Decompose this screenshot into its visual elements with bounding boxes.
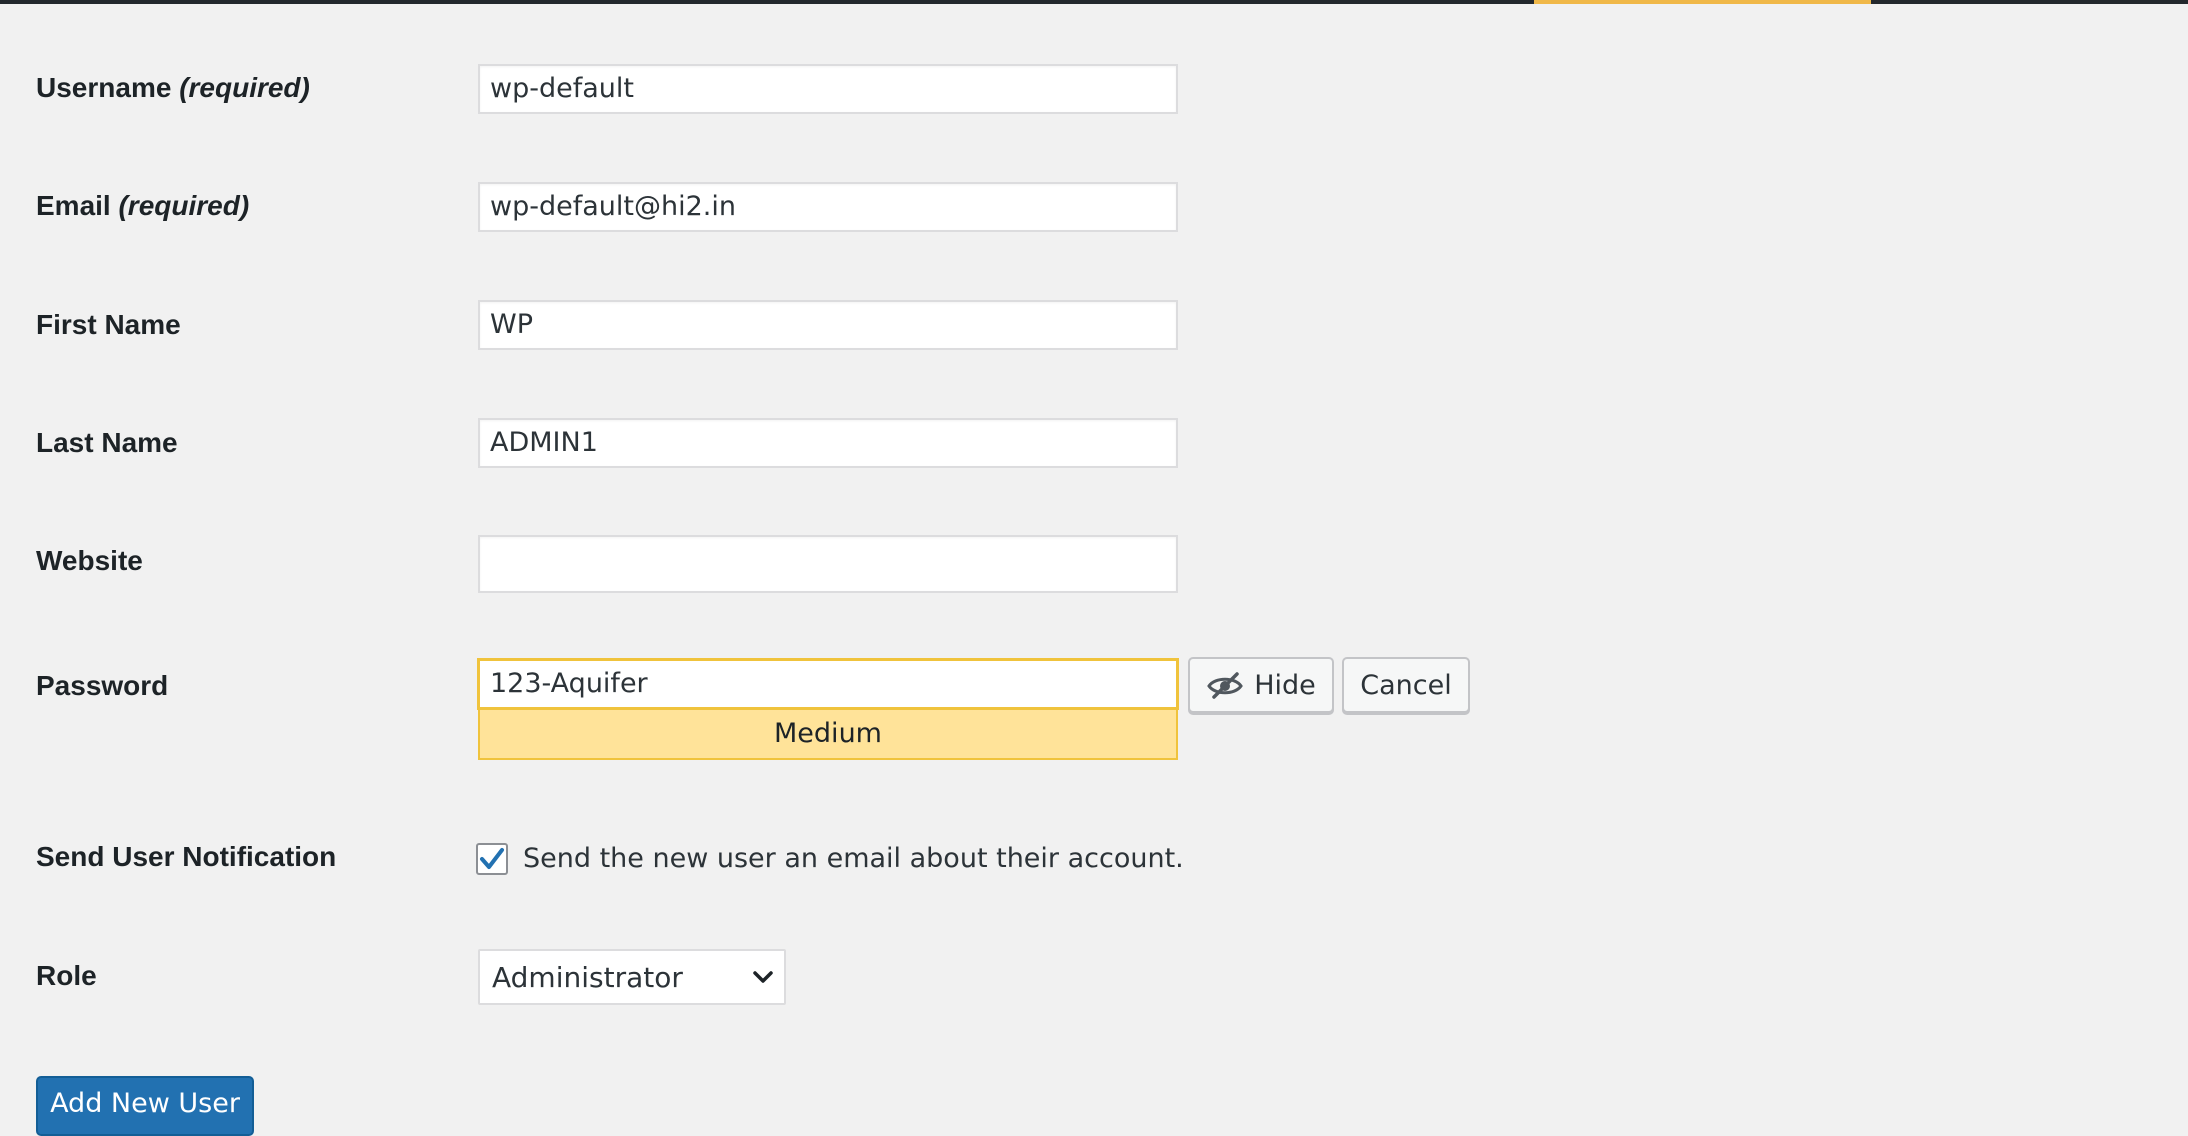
website-input[interactable] bbox=[478, 535, 1178, 593]
send-notification-label: Send User Notification bbox=[36, 841, 337, 872]
email-required-hint: (required) bbox=[118, 190, 250, 221]
password-input[interactable]: 123-Aquifer bbox=[478, 659, 1178, 709]
username-label: Username (required) bbox=[36, 72, 310, 104]
checkmark-icon bbox=[480, 848, 504, 869]
email-label-text: Email bbox=[36, 190, 111, 221]
website-label: Website bbox=[36, 545, 143, 576]
send-notification-description: Send the new user an email about their a… bbox=[523, 843, 1184, 874]
eye-slash-icon bbox=[1207, 672, 1244, 699]
send-notification-checkbox[interactable] bbox=[476, 843, 508, 875]
hide-password-button[interactable]: Hide bbox=[1188, 657, 1334, 713]
add-new-user-button[interactable]: Add New User bbox=[36, 1076, 254, 1136]
cancel-button-label: Cancel bbox=[1360, 669, 1452, 701]
last-name-input[interactable]: ADMIN1 bbox=[478, 418, 1178, 468]
email-input[interactable]: wp-default@hi2.in bbox=[478, 182, 1178, 232]
email-label: Email (required) bbox=[36, 190, 249, 222]
password-strength-meter: Medium bbox=[478, 708, 1178, 760]
role-select[interactable]: Administrator bbox=[478, 949, 786, 1005]
cancel-password-button[interactable]: Cancel bbox=[1342, 657, 1470, 713]
username-input[interactable]: wp-default bbox=[478, 64, 1178, 114]
hide-button-label: Hide bbox=[1254, 669, 1316, 701]
role-label: Role bbox=[36, 960, 97, 991]
first-name-input[interactable]: WP bbox=[478, 300, 1178, 350]
last-name-label: Last Name bbox=[36, 427, 178, 458]
chevron-down-icon bbox=[753, 971, 773, 983]
username-required-hint: (required) bbox=[179, 72, 310, 103]
active-tab-indicator bbox=[1534, 0, 1871, 4]
first-name-label: First Name bbox=[36, 309, 181, 340]
password-label: Password bbox=[36, 670, 169, 701]
username-label-text: Username bbox=[36, 72, 172, 103]
role-selected-value: Administrator bbox=[492, 960, 683, 994]
